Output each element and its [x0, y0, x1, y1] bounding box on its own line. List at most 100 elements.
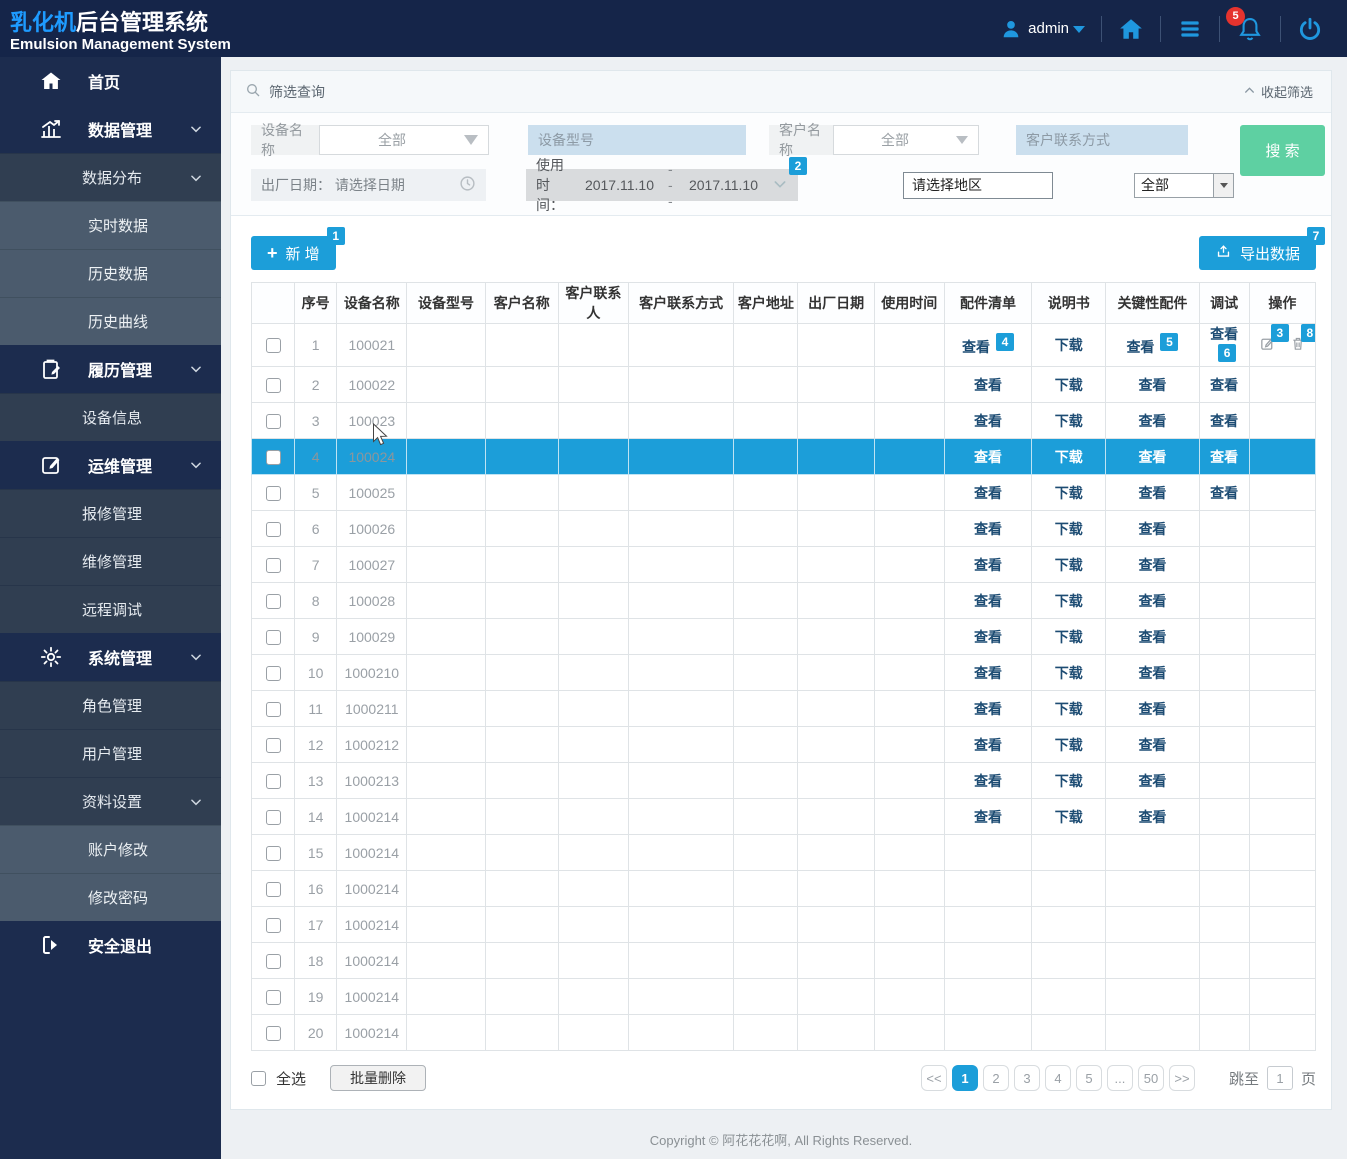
row-checkbox[interactable]: [265, 809, 281, 825]
view-parts-link[interactable]: 查看: [974, 629, 1002, 645]
view-parts-link[interactable]: 查看: [974, 593, 1002, 609]
sidebar-item-role-management[interactable]: 角色管理: [0, 681, 221, 729]
sidebar-item-system-management[interactable]: 系统管理: [0, 633, 221, 681]
view-parts-link[interactable]: 查看: [974, 485, 1002, 501]
row-checkbox[interactable]: [265, 737, 281, 753]
view-parts-link[interactable]: 查看: [974, 413, 1002, 429]
view-debug-link[interactable]: 查看: [1210, 485, 1238, 501]
download-manual-link[interactable]: 下载: [1055, 665, 1083, 681]
download-manual-link[interactable]: 下载: [1055, 485, 1083, 501]
download-manual-link[interactable]: 下载: [1055, 701, 1083, 717]
view-parts-link[interactable]: 查看: [974, 701, 1002, 717]
collapse-filter-button[interactable]: 收起筛选: [1243, 82, 1313, 101]
view-key-parts-link[interactable]: 查看: [1138, 701, 1166, 717]
device-model-input[interactable]: [528, 125, 746, 155]
view-key-parts-link[interactable]: 查看: [1138, 449, 1166, 465]
view-key-parts-link[interactable]: 查看: [1138, 521, 1166, 537]
batch-delete-button[interactable]: 批量删除: [330, 1065, 427, 1091]
view-key-parts-link[interactable]: 查看: [1138, 557, 1166, 573]
view-key-parts-link[interactable]: 查看: [1138, 809, 1166, 825]
download-manual-link[interactable]: 下载: [1055, 413, 1083, 429]
delete-icon[interactable]: 8: [1290, 324, 1315, 352]
row-checkbox[interactable]: [265, 521, 281, 537]
sidebar-item-data-management[interactable]: 数据管理: [0, 105, 221, 153]
sidebar-item-device-info[interactable]: 设备信息: [0, 393, 221, 441]
view-parts-link[interactable]: 查看: [974, 449, 1002, 465]
page-ellipsis[interactable]: ...: [1106, 1065, 1133, 1091]
view-parts-link[interactable]: 查看: [974, 521, 1002, 537]
row-checkbox[interactable]: [265, 557, 281, 573]
view-debug-link[interactable]: 查看: [1210, 413, 1238, 429]
page-button-2[interactable]: 2: [982, 1065, 1009, 1091]
view-parts-link[interactable]: 查看: [962, 339, 990, 355]
sidebar-item-maintenance[interactable]: 维修管理: [0, 537, 221, 585]
view-key-parts-link[interactable]: 查看: [1138, 773, 1166, 789]
page-button-3[interactable]: 3: [1013, 1065, 1040, 1091]
download-manual-link[interactable]: 下载: [1055, 629, 1083, 645]
row-checkbox[interactable]: [265, 413, 281, 429]
sidebar-item-logout[interactable]: 安全退出: [0, 921, 221, 969]
export-button[interactable]: 导出数据 7: [1198, 227, 1325, 270]
download-manual-link[interactable]: 下载: [1055, 449, 1083, 465]
row-checkbox[interactable]: [265, 629, 281, 645]
next-page-button[interactable]: >>: [1168, 1065, 1195, 1091]
region-select[interactable]: 全部: [1134, 172, 1234, 198]
sidebar-item-profile-settings[interactable]: 资料设置: [0, 777, 221, 825]
page-button-4[interactable]: 4: [1044, 1065, 1071, 1091]
view-parts-link[interactable]: 查看: [974, 377, 1002, 393]
download-manual-link[interactable]: 下载: [1055, 593, 1083, 609]
sidebar-item-realtime-data[interactable]: 实时数据: [0, 201, 221, 249]
row-checkbox[interactable]: [265, 449, 281, 465]
customer-name-select[interactable]: 全部: [833, 125, 979, 155]
view-parts-link[interactable]: 查看: [974, 737, 1002, 753]
row-checkbox[interactable]: [265, 917, 281, 933]
download-manual-link[interactable]: 下载: [1055, 809, 1083, 825]
sidebar-item-data-distribution[interactable]: 数据分布: [0, 153, 221, 201]
prev-page-button[interactable]: <<: [920, 1065, 947, 1091]
download-manual-link[interactable]: 下载: [1055, 377, 1083, 393]
row-checkbox[interactable]: [265, 953, 281, 969]
download-manual-link[interactable]: 下载: [1055, 557, 1083, 573]
notification-bell-icon[interactable]: 5: [1226, 6, 1264, 43]
view-debug-link[interactable]: 查看: [1210, 326, 1238, 342]
region-input[interactable]: [903, 171, 1053, 199]
customer-contact-input[interactable]: [1016, 125, 1188, 155]
download-manual-link[interactable]: 下载: [1055, 773, 1083, 789]
row-checkbox[interactable]: [265, 881, 281, 897]
view-debug-link[interactable]: 查看: [1210, 449, 1238, 465]
row-checkbox[interactable]: [265, 338, 281, 354]
row-checkbox[interactable]: [265, 665, 281, 681]
view-key-parts-link[interactable]: 查看: [1138, 377, 1166, 393]
sidebar-item-user-management[interactable]: 用户管理: [0, 729, 221, 777]
select-all-checkbox[interactable]: [251, 1070, 266, 1086]
view-parts-link[interactable]: 查看: [974, 773, 1002, 789]
sidebar-item-repair-report[interactable]: 报修管理: [0, 489, 221, 537]
row-checkbox[interactable]: [265, 773, 281, 789]
page-button-5[interactable]: 5: [1075, 1065, 1102, 1091]
row-checkbox[interactable]: [265, 377, 281, 393]
view-key-parts-link[interactable]: 查看: [1138, 413, 1166, 429]
jump-page-input[interactable]: [1266, 1066, 1293, 1090]
sidebar-item-change-password[interactable]: 修改密码: [0, 873, 221, 921]
view-parts-link[interactable]: 查看: [974, 809, 1002, 825]
sidebar-item-remote-debug[interactable]: 远程调试: [0, 585, 221, 633]
sidebar-item-account-edit[interactable]: 账户修改: [0, 825, 221, 873]
factory-date-picker[interactable]: 出厂日期： 请选择日期: [251, 169, 486, 201]
power-icon[interactable]: [1297, 16, 1323, 42]
download-manual-link[interactable]: 下载: [1055, 737, 1083, 753]
user-menu[interactable]: admin: [1000, 18, 1085, 40]
home-icon[interactable]: [1118, 16, 1144, 42]
download-manual-link[interactable]: 下载: [1055, 521, 1083, 537]
usage-time-picker[interactable]: 2 使用时间： 2017.11.10 --- 2017.11.10: [526, 157, 807, 213]
view-key-parts-link[interactable]: 查看: [1138, 629, 1166, 645]
row-checkbox[interactable]: [265, 485, 281, 501]
page-button-1[interactable]: 1: [951, 1065, 978, 1091]
row-checkbox[interactable]: [265, 593, 281, 609]
view-key-parts-link[interactable]: 查看: [1126, 339, 1154, 355]
sidebar-item-ops-management[interactable]: 运维管理: [0, 441, 221, 489]
row-checkbox[interactable]: [265, 1025, 281, 1041]
row-checkbox[interactable]: [265, 989, 281, 1005]
add-button[interactable]: + 新 增 1: [251, 227, 345, 270]
view-debug-link[interactable]: 查看: [1210, 377, 1238, 393]
view-parts-link[interactable]: 查看: [974, 665, 1002, 681]
